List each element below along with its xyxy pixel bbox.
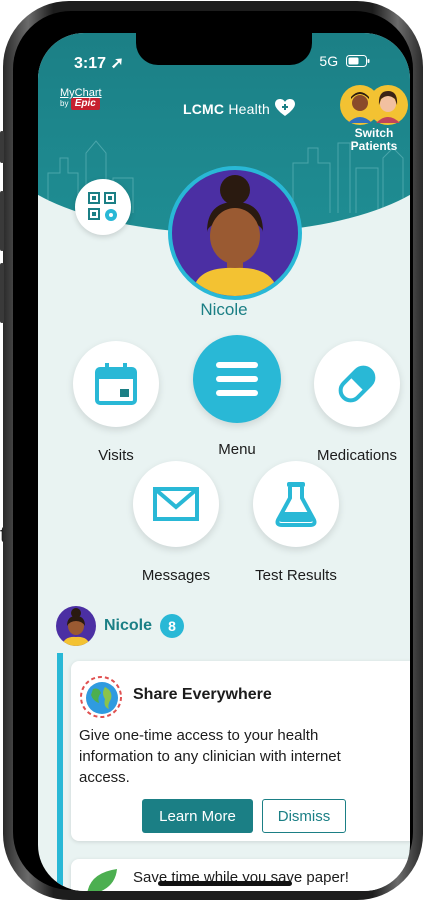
learn-more-button[interactable]: Learn More xyxy=(142,799,253,833)
home-indicator[interactable] xyxy=(158,881,292,886)
tile-visits[interactable]: Visits xyxy=(71,341,161,464)
heart-logo-icon xyxy=(275,99,296,116)
messages-circle[interactable] xyxy=(133,461,219,547)
tile-messages[interactable]: Messages xyxy=(131,461,221,584)
visits-circle[interactable] xyxy=(73,341,159,427)
status-time: 3:17 ➚ xyxy=(74,55,124,72)
menu-label: Menu xyxy=(218,441,256,458)
feed-header: Nicole 8 xyxy=(56,606,185,646)
patient-name: Nicole xyxy=(200,300,248,319)
share-everywhere-card: Share Everywhere Give one-time access to… xyxy=(71,661,410,841)
hamburger-icon xyxy=(216,362,258,396)
feed-accent-bar xyxy=(57,653,63,891)
notification-count-badge: 8 xyxy=(160,614,185,638)
menu-circle[interactable] xyxy=(193,335,281,423)
leaf-icon xyxy=(87,869,117,891)
phone-notch xyxy=(136,33,312,65)
card-body: Give one-time access to your health info… xyxy=(79,727,341,786)
save-paper-card: Save time while you save paper! xyxy=(71,859,410,891)
battery-icon xyxy=(346,55,370,67)
phone-frame: 3:17 ➚ 5G MyChart by Epic LCMC Health Sw… xyxy=(0,1,423,900)
switch-patients-avatars-icon xyxy=(340,85,408,125)
tile-medications[interactable]: Medications xyxy=(312,341,402,464)
tile-test-results[interactable]: Test Results xyxy=(251,461,341,584)
pill-icon xyxy=(338,365,376,403)
switch-patients-button[interactable]: Switch Patients xyxy=(338,83,410,153)
card-title: Share Everywhere xyxy=(133,686,272,703)
patient-avatar[interactable] xyxy=(168,166,302,300)
lcmc-health-logo: LCMC Health xyxy=(183,99,296,117)
tile-menu[interactable]: Menu xyxy=(192,335,282,458)
messages-label: Messages xyxy=(141,567,211,584)
feed-avatar xyxy=(56,606,96,646)
envelope-icon xyxy=(153,487,199,521)
phone-bezel: 3:17 ➚ 5G MyChart by Epic LCMC Health Sw… xyxy=(13,11,413,891)
flask-icon xyxy=(275,482,317,527)
calendar-icon xyxy=(95,363,137,405)
test-results-circle[interactable] xyxy=(253,461,339,547)
app-screen: 3:17 ➚ 5G MyChart by Epic LCMC Health Sw… xyxy=(38,33,410,891)
qr-code-button[interactable] xyxy=(75,179,131,235)
feed-patient-name: Nicole xyxy=(104,617,153,634)
qr-code-icon xyxy=(88,192,117,221)
dismiss-button[interactable]: Dismiss xyxy=(262,799,346,833)
patient-avatar-illustration xyxy=(192,175,278,296)
feed-avatar-illustration xyxy=(62,608,90,646)
medications-circle[interactable] xyxy=(314,341,400,427)
test-results-label: Test Results xyxy=(255,567,337,584)
network-indicator: 5G xyxy=(319,53,370,69)
globe-icon xyxy=(80,676,122,718)
mychart-logo: MyChart by Epic xyxy=(60,87,102,110)
